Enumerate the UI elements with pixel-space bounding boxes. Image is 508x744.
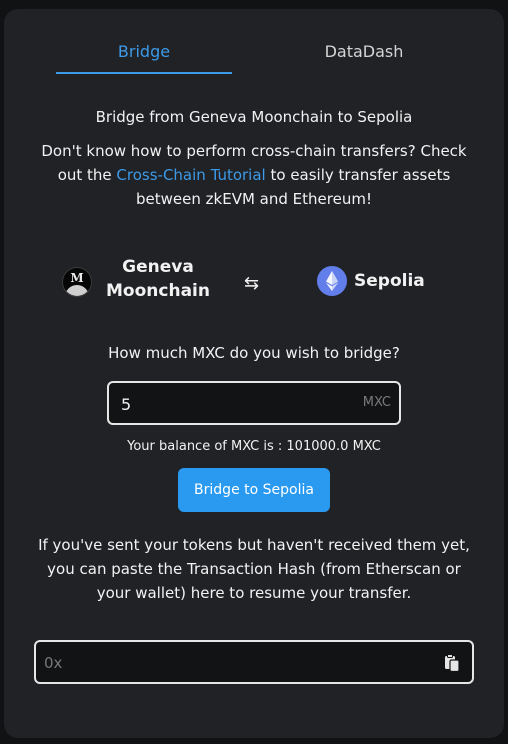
- ethereum-logo-icon: [317, 266, 347, 296]
- amount-field: MXC: [107, 381, 401, 425]
- tab-bar: Bridge DataDash: [4, 9, 504, 79]
- route-title: Bridge from Geneva Moonchain to Sepolia: [95, 108, 413, 126]
- cross-chain-tutorial-link[interactable]: Cross-Chain Tutorial: [116, 166, 265, 184]
- amount-unit: MXC: [362, 395, 391, 410]
- tx-hash-input[interactable]: [44, 651, 424, 675]
- resume-instructions: If you've sent your tokens but haven't r…: [38, 536, 470, 602]
- swap-arrows-icon: ⇆: [244, 273, 260, 294]
- amount-input[interactable]: [121, 392, 341, 416]
- intro-text: Don't know how to perform cross-chain tr…: [34, 139, 474, 211]
- to-chain-name: Sepolia: [354, 271, 425, 291]
- bridge-card: Bridge DataDash Bridge from Geneva Moonc…: [4, 9, 504, 738]
- amount-question: How much MXC do you wish to bridge?: [108, 344, 400, 362]
- from-chain-name: Geneva Moonchain: [106, 257, 210, 301]
- tx-hash-field: [34, 640, 474, 684]
- active-tab-indicator: [56, 72, 232, 74]
- balance-text: Your balance of MXC is : 101000.0 MXC: [127, 439, 381, 454]
- bridge-button[interactable]: Bridge to Sepolia: [178, 468, 330, 512]
- paste-icon[interactable]: [444, 654, 460, 673]
- tab-bridge[interactable]: Bridge: [56, 42, 232, 61]
- chain-route: M Geneva Moonchain ⇆ Sepolia: [4, 253, 504, 313]
- tab-datadash[interactable]: DataDash: [276, 42, 452, 61]
- moonchain-logo-icon: M: [62, 267, 92, 297]
